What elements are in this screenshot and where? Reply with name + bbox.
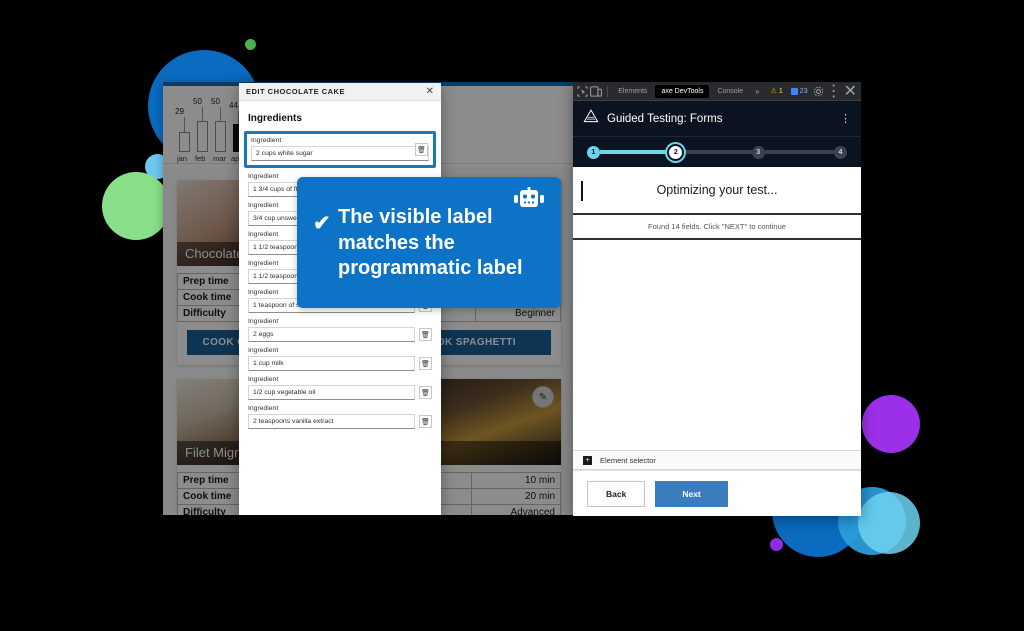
axe-logo-icon [583,109,599,128]
bar-box-mar [215,121,226,152]
guided-testing-header: Guided Testing: Forms ⋮ [573,101,861,137]
meta-value: Advanced [471,504,561,515]
panel-kebab-icon[interactable]: ⋮ [840,112,851,125]
ingredient-label: Ingredient [248,318,279,325]
devtools-tabbar: Elements axe DevTools Console » ⚠ 1 23 ⋮… [573,82,861,101]
delete-ingredient-icon[interactable]: 🗑 [415,143,428,156]
step-4[interactable]: 4 [833,145,847,159]
inspect-element-icon[interactable] [577,84,588,99]
deco-circle-purple-large [862,395,920,453]
ingredient-label: Ingredient [248,405,279,412]
delete-ingredient-icon[interactable]: 🗑 [419,328,432,341]
delete-ingredient-icon[interactable]: 🗑 [419,357,432,370]
ingredient-field-wrap [251,146,429,161]
warning-triangle-icon: ⚠ [770,88,777,95]
ingredient-label: Ingredient [248,376,279,383]
issues-badge[interactable]: 23 [788,87,811,96]
tab-overflow-icon[interactable]: » [751,87,763,96]
ingredient-row-8: Ingredient 🗑 [248,376,432,400]
bar-label-feb: feb [195,154,206,163]
devtools-kebab-icon[interactable]: ⋮ [826,83,842,100]
ingredient-row-7: Ingredient 🗑 [248,347,432,371]
screenshot-canvas: 29 jan 50 feb 50 mar 44 apr Chocolate Ca… [0,0,1024,631]
ingredient-row-9: Ingredient 🗑 [248,405,432,429]
step-line-2-3 [682,150,752,154]
deco-circle-green-small [245,39,256,50]
bar-label-mar: mar [213,154,226,163]
bar-stem-jan [184,117,185,132]
check-icon: ✔ [313,212,331,235]
back-button[interactable]: Back [587,480,646,507]
warning-badge[interactable]: ⚠ 1 [768,86,786,96]
deco-circle-green-large [102,172,170,240]
ingredient-field-wrap: 🗑 [248,385,432,400]
substatus-text: Found 14 fields. Click "NEXT" to continu… [648,222,786,231]
bar-label-jan: jan [177,154,188,163]
crosshair-icon: + [583,455,592,465]
bar-value-mar: 50 [211,97,220,106]
deco-circle-purple-small [770,538,783,551]
dialog-header: EDIT CHOCOLATE CAKE ✕ [239,83,441,101]
meta-value: 10 min [471,472,561,489]
bar-value-jan: 29 [175,107,184,116]
step-3[interactable]: 3 [751,145,765,159]
ingredient-row-0: Ingredient [244,131,436,168]
accessibility-callout: ✔ The visible label matches the programm… [297,177,561,308]
devtools-panel: Elements axe DevTools Console » ⚠ 1 23 ⋮… [573,82,861,516]
ingredient-label: Ingredient [248,347,279,354]
tab-console[interactable]: Console [711,85,749,98]
ingredients-heading: Ingredients [248,113,302,124]
step-2[interactable]: 2 [669,145,683,159]
devtools-close-icon[interactable]: ✕ [844,83,857,100]
ingredient-label: Ingredient [251,137,282,144]
guided-test-stepper: 1 2 3 4 [573,137,861,167]
bar-box-feb [197,121,208,152]
ingredient-field-wrap: 🗑 [248,356,432,371]
dialog-title: EDIT CHOCOLATE CAKE [246,87,345,96]
substatus-banner: Found 14 fields. Click "NEXT" to continu… [573,215,861,240]
status-text: Optimizing your test... [656,183,778,197]
ingredient-delete-0-wrap: 🗑 [415,143,428,156]
element-selector-bar[interactable]: + Element selector [573,450,861,470]
robot-icon [513,187,545,220]
delete-ingredient-icon[interactable]: 🗑 [419,386,432,399]
step-line-1-2 [600,150,670,154]
text-caret [581,181,583,201]
edit-pencil-icon[interactable]: ✎ [532,386,554,408]
bar-stem-feb [202,107,203,121]
bar-box-jan [179,132,190,152]
status-banner: Optimizing your test... [573,167,861,215]
device-toolbar-icon[interactable] [590,84,602,99]
warning-count: 1 [778,87,783,95]
guided-test-footer: Back Next [573,470,861,516]
ingredient-row-6: Ingredient 🗑 [248,318,432,342]
bar-stem-mar [220,107,221,121]
deco-circle-lightblue-medium [858,492,920,554]
tab-axe-devtools[interactable]: axe DevTools [655,84,710,98]
ingredient-input-8[interactable] [248,385,415,400]
issue-square-icon [790,87,798,95]
panel-title: Guided Testing: Forms [607,112,723,125]
bar-value-feb: 50 [193,97,202,106]
ingredient-input-7[interactable] [248,356,415,371]
element-selector-label: Element selector [600,455,656,465]
ingredient-field-wrap: 🗑 [248,414,432,429]
ingredient-input-9[interactable] [248,414,415,429]
delete-ingredient-icon[interactable]: 🗑 [419,415,432,428]
dialog-body: Ingredients Ingredient 🗑 Ingredient 🗑 In… [239,101,441,515]
results-area [573,240,861,458]
tab-elements[interactable]: Elements [612,85,653,98]
bar-value-apr: 44 [229,101,238,110]
ingredient-field-wrap: 🗑 [248,327,432,342]
gear-icon[interactable] [813,84,824,99]
meta-value: 20 min [471,488,561,505]
ingredient-input-0[interactable] [251,146,429,161]
issues-count: 23 [799,87,808,95]
next-button[interactable]: Next [655,480,728,507]
step-1[interactable]: 1 [587,145,600,159]
ingredient-input-6[interactable] [248,327,415,342]
close-icon[interactable]: ✕ [426,86,434,97]
step-line-3-4 [764,150,834,154]
